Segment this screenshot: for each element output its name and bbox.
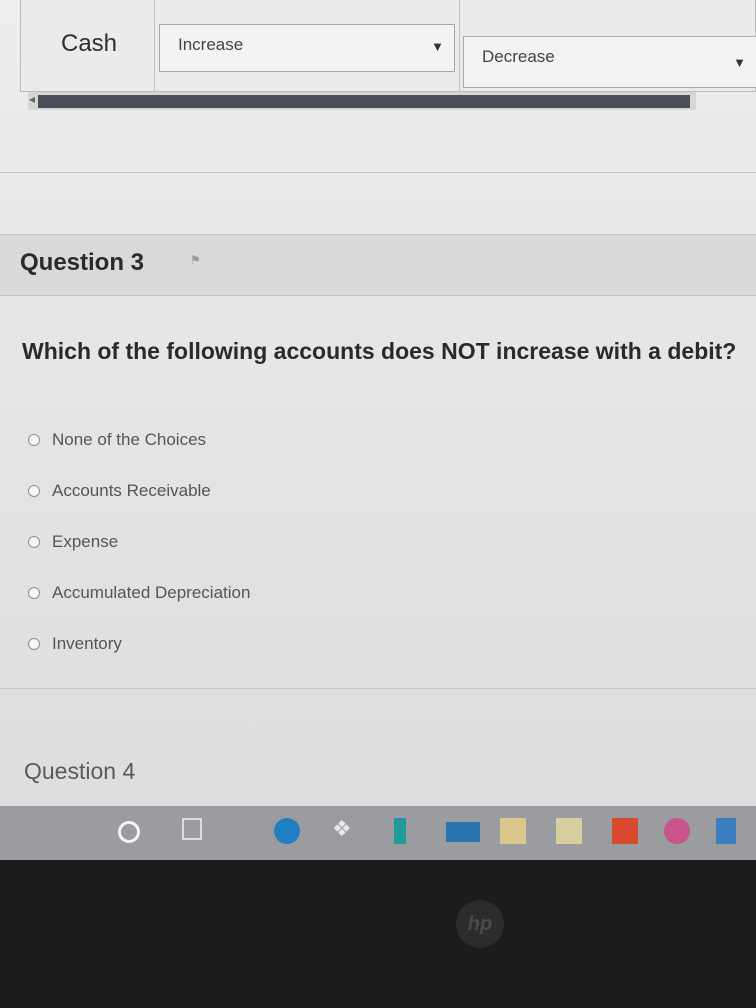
option-expense[interactable]: Expense — [28, 516, 250, 567]
radio-button[interactable] — [28, 484, 40, 497]
radio-button[interactable] — [28, 433, 40, 446]
horizontal-scrollbar[interactable]: ◂ — [28, 92, 696, 110]
divider — [0, 172, 756, 173]
chrome-icon[interactable] — [664, 818, 690, 844]
chevron-down-icon: ▼ — [733, 55, 746, 70]
hp-logo-icon: hp — [456, 900, 504, 948]
browser-page: Cash Increase ▼ Decrease ▼ ◂ Question 3 … — [0, 0, 756, 860]
select-value: Increase — [178, 35, 244, 54]
option-accounts-receivable[interactable]: Accounts Receivable — [28, 465, 250, 516]
option-label: Inventory — [52, 633, 122, 653]
option-label: Expense — [52, 531, 119, 551]
option-label: None of the Choices — [52, 429, 207, 449]
option-accumulated-depreciation[interactable]: Accumulated Depreciation — [28, 567, 250, 618]
cortana-icon[interactable] — [118, 821, 140, 843]
option-label: Accumulated Depreciation — [52, 582, 251, 602]
dropbox-icon[interactable]: ❖ — [332, 816, 358, 842]
office-icon[interactable] — [612, 818, 638, 844]
app-icon[interactable] — [500, 818, 526, 844]
answer-options: None of the Choices Accounts Receivable … — [28, 414, 250, 669]
option-label: Accounts Receivable — [52, 480, 211, 500]
flag-icon[interactable]: ⚑ — [190, 253, 201, 267]
task-view-icon[interactable] — [182, 818, 202, 840]
select-value: Decrease — [482, 47, 555, 66]
account-label: Cash — [61, 30, 118, 57]
option-none-of-the-choices[interactable]: None of the Choices — [28, 414, 250, 465]
app-icon[interactable] — [446, 822, 480, 842]
calculator-icon[interactable] — [556, 818, 582, 844]
option-inventory[interactable]: Inventory — [28, 618, 250, 669]
windows-taskbar: ❖ — [0, 806, 756, 860]
radio-button[interactable] — [28, 637, 40, 650]
journal-table-row: Cash Increase ▼ Decrease ▼ — [20, 0, 756, 92]
question-title: Question 3 — [20, 249, 145, 276]
decrease-select[interactable]: Decrease ▼ — [463, 36, 756, 88]
arrow-left-icon[interactable]: ◂ — [26, 92, 38, 106]
chevron-down-icon: ▼ — [431, 39, 444, 54]
column-divider — [459, 0, 460, 92]
question-3-header: Question 3 ⚑ — [0, 234, 756, 296]
store-icon[interactable] — [394, 818, 406, 844]
radio-button[interactable] — [28, 535, 40, 548]
edge-browser-icon[interactable] — [274, 818, 300, 844]
increase-select[interactable]: Increase ▼ — [159, 24, 455, 72]
divider — [0, 688, 756, 689]
question-4-title: Question 4 — [24, 758, 136, 784]
app-icon[interactable] — [716, 818, 736, 844]
scrollbar-thumb[interactable] — [38, 95, 690, 108]
radio-button[interactable] — [28, 586, 40, 599]
column-divider — [154, 0, 155, 92]
question-text: Which of the following accounts does NOT… — [22, 338, 737, 364]
